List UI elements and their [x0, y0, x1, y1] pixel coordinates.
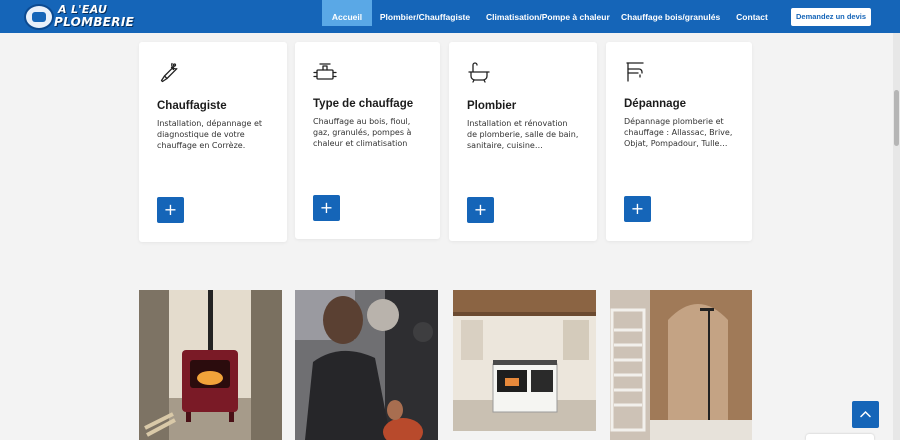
service-card-plombier: Plombier Installation et rénovation de p…: [449, 42, 597, 241]
nav-item-contact[interactable]: Contact: [731, 0, 773, 26]
card-description: Chauffage au bois, fioul, gaz, granulés,…: [313, 117, 412, 148]
valve-icon: [313, 60, 337, 84]
nav-item-plombier[interactable]: Plombier/Chauffagiste: [378, 0, 472, 26]
scrollbar-thumb[interactable]: [894, 90, 899, 146]
card-more-button[interactable]: +: [624, 196, 651, 222]
faucet-icon: [624, 60, 648, 84]
card-title: Plombier: [467, 100, 517, 112]
card-description: Dépannage plomberie et chauffage : Allas…: [624, 117, 733, 148]
technician-photo: [295, 290, 438, 440]
site-logo[interactable]: A L'EAU PLOMBERIE: [24, 3, 134, 31]
card-description: Installation et rénovation de plomberie,…: [467, 119, 579, 150]
service-card-depannage: Dépannage Dépannage plomberie et chauffa…: [606, 42, 752, 241]
service-card-chauffagiste: Chauffagiste Installation, dépannage et …: [139, 42, 287, 242]
request-quote-button[interactable]: Demandez un devis: [791, 8, 871, 26]
bathtub-icon: [467, 60, 491, 84]
card-title: Chauffagiste: [157, 100, 227, 112]
card-title: Dépannage: [624, 98, 686, 110]
nav-item-climatisation[interactable]: Climatisation/Pompe à chaleur: [486, 0, 610, 26]
service-card-type-chauffage: Type de chauffage Chauffage au bois, fio…: [295, 42, 440, 239]
card-more-button[interactable]: +: [467, 197, 494, 223]
site-header: A L'EAU PLOMBERIE Accueil Plombier/Chauf…: [0, 0, 900, 33]
bathroom-shower-photo: [610, 290, 752, 440]
page-scrollbar[interactable]: [893, 33, 900, 440]
wrench-icon: [157, 60, 181, 84]
logo-line2: PLOMBERIE: [54, 15, 135, 29]
bottom-corner-widget: [806, 434, 874, 440]
nav-item-chauffage-bois[interactable]: Chauffage bois/granulés: [621, 0, 720, 26]
back-to-top-button[interactable]: [852, 401, 879, 428]
kitchen-stove-photo: [453, 290, 596, 431]
nav-item-accueil[interactable]: Accueil: [322, 0, 372, 26]
card-more-button[interactable]: +: [313, 195, 340, 221]
logo-badge-icon: [24, 4, 54, 30]
wood-stove-photo: [139, 290, 282, 440]
chevron-up-icon: [860, 410, 871, 418]
card-title: Type de chauffage: [313, 98, 414, 110]
logo-text: A L'EAU PLOMBERIE: [54, 4, 135, 29]
card-more-button[interactable]: +: [157, 197, 184, 223]
card-description: Installation, dépannage et diagnostique …: [157, 119, 263, 150]
